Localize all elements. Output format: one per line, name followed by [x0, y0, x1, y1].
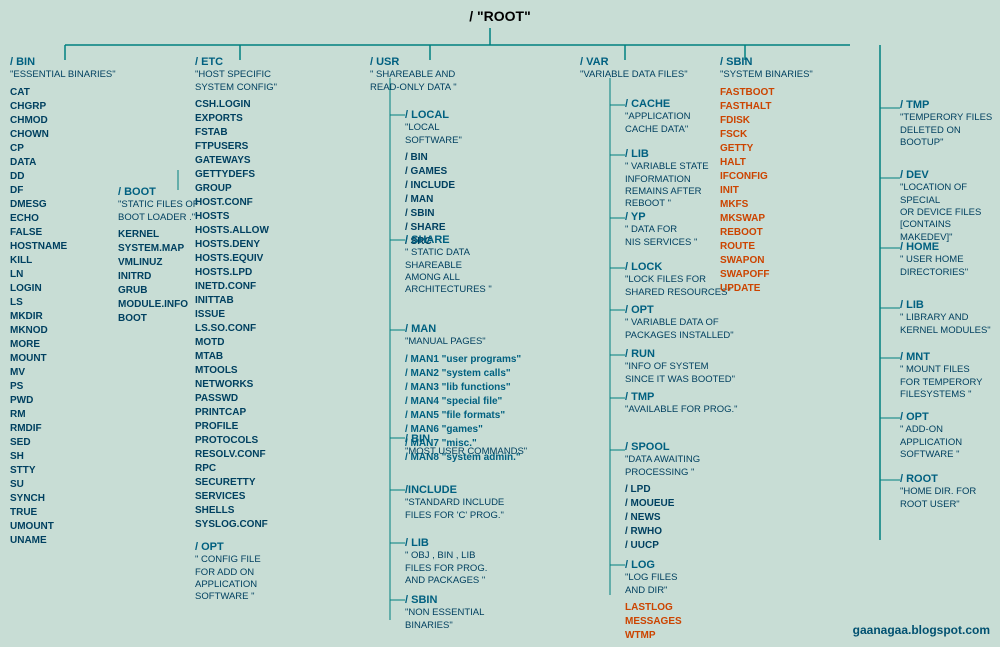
sbin-node: / SBIN "SYSTEM BINARIES" FASTBOOTFASTHAL…: [720, 55, 813, 296]
usr-local-label: / LOCAL: [405, 108, 462, 122]
usr-sbin-desc: "NON ESSENTIALBINARIES": [405, 607, 484, 632]
var-run-label: / RUN: [625, 347, 735, 361]
var-desc: "VARIABLE DATA FILES": [580, 69, 688, 81]
usr-share-desc: " STATIC DATASHAREABLEAMONG ALLARCHITECT…: [405, 247, 492, 296]
usr-lib-node: / LIB " OBJ , BIN , LIBFILES FOR PROG.AN…: [405, 536, 487, 591]
var-lib-label: / LIB: [625, 147, 709, 161]
var-run-desc: "INFO OF SYSTEMSINCE IT WAS BOOTED": [625, 361, 735, 386]
var-node: / VAR "VARIABLE DATA FILES": [580, 55, 688, 86]
usr-lib-label: / LIB: [405, 536, 487, 550]
root-home-label: / ROOT: [900, 472, 976, 486]
dev-label: / DEV: [900, 168, 1000, 182]
var-yp-desc: " DATA FORNIS SERVICES ": [625, 224, 697, 249]
var-opt-label: / OPT: [625, 303, 734, 317]
lib-label: / LIB: [900, 298, 991, 312]
opt-label: / OPT: [900, 410, 1000, 424]
var-yp-label: / YP: [625, 210, 697, 224]
root-home-desc: "HOME DIR. FORROOT USER": [900, 486, 976, 511]
usr-man-desc: "MANUAL PAGES": [405, 336, 521, 348]
var-opt-node: / OPT " VARIABLE DATA OFPACKAGES INSTALL…: [625, 303, 734, 346]
sbin-files: FASTBOOTFASTHALTFDISKFSCKGETTYHALTIFCONF…: [720, 86, 813, 296]
boot-files: KERNELSYSTEM.MAPVMLINUZINITRDGRUBMODULE.…: [118, 228, 199, 326]
opt-node: / OPT " ADD-ON APPLICATIONSOFTWARE ": [900, 410, 1000, 465]
etc-opt-node: / OPT " CONFIG FILEFOR ADD ONAPPLICATION…: [195, 540, 277, 604]
usr-man-label: / MAN: [405, 322, 521, 336]
var-lock-desc: "LOCK FILES FORSHARED RESOURCES": [625, 274, 731, 299]
bin-files: CATCHGRPCHMODCHOWNCPDATADDDFDMESGECHOFAL…: [10, 86, 116, 548]
var-spool-label: / SPOOL: [625, 440, 700, 454]
sbin-desc: "SYSTEM BINARIES": [720, 69, 813, 81]
dev-node: / DEV "LOCATION OF SPECIALOR DEVICE FILE…: [900, 168, 1000, 248]
var-run-node: / RUN "INFO OF SYSTEMSINCE IT WAS BOOTED…: [625, 347, 735, 390]
watermark: gaanagaa.blogspot.com: [853, 623, 990, 637]
root-title: / "ROOT": [0, 8, 1000, 24]
var-log-label: / LOG: [625, 558, 682, 572]
var-spool-desc: "DATA AWAITINGPROCESSING ": [625, 454, 700, 479]
usr-label: / USR: [370, 55, 457, 69]
etc-files: CSH.LOGINEXPORTSFSTABFTPUSERSGATEWAYSGET…: [195, 98, 277, 532]
tmp-desc: "TEMPERORY FILESDELETED ON BOOTUP": [900, 112, 1000, 149]
mnt-node: / MNT " MOUNT FILESFOR TEMPERORYFILESYST…: [900, 350, 983, 405]
var-tmp-desc: "AVAILABLE FOR PROG.": [625, 404, 738, 416]
var-tmp-label: / TMP: [625, 390, 738, 404]
usr-include-desc: "STANDARD INCLUDEFILES FOR 'C' PROG.": [405, 497, 504, 522]
var-log-desc: "LOG FILESAND DIR": [625, 572, 682, 597]
var-cache-node: / CACHE "APPLICATIONCACHE DATA": [625, 97, 691, 140]
var-label: / VAR: [580, 55, 688, 69]
usr-include-node: /INCLUDE "STANDARD INCLUDEFILES FOR 'C' …: [405, 483, 504, 526]
root-home-node: / ROOT "HOME DIR. FORROOT USER": [900, 472, 976, 515]
tmp-label: / TMP: [900, 98, 1000, 112]
etc-opt-label: / OPT: [195, 540, 277, 554]
var-yp-node: / YP " DATA FORNIS SERVICES ": [625, 210, 697, 253]
boot-node: / BOOT "STATIC FILES OFBOOT LOADER ." KE…: [118, 185, 199, 326]
bin-node: / BIN "ESSENTIAL BINARIES" CATCHGRPCHMOD…: [10, 55, 116, 548]
usr-node: / USR " SHAREABLE ANDREAD-ONLY DATA ": [370, 55, 457, 98]
usr-local-desc: "LOCALSOFTWARE": [405, 122, 462, 147]
etc-label: / ETC: [195, 55, 277, 69]
tmp-node: / TMP "TEMPERORY FILESDELETED ON BOOTUP": [900, 98, 1000, 153]
home-label: / HOME: [900, 240, 968, 254]
var-lib-node: / LIB " VARIABLE STATEINFORMATIONREMAINS…: [625, 147, 709, 215]
var-log-files: LASTLOGMESSAGESWTMP: [625, 601, 682, 643]
var-lock-label: / LOCK: [625, 260, 731, 274]
mnt-label: / MNT: [900, 350, 983, 364]
var-lock-node: / LOCK "LOCK FILES FORSHARED RESOURCES": [625, 260, 731, 303]
boot-desc: "STATIC FILES OFBOOT LOADER .": [118, 199, 199, 224]
usr-share-node: / SHARE " STATIC DATASHAREABLEAMONG ALLA…: [405, 233, 492, 301]
mnt-desc: " MOUNT FILESFOR TEMPERORYFILESYSTEMS ": [900, 364, 983, 401]
usr-share-label: / SHARE: [405, 233, 492, 247]
etc-opt-desc: " CONFIG FILEFOR ADD ONAPPLICATIONSOFTWA…: [195, 554, 277, 603]
usr-lib-desc: " OBJ , BIN , LIBFILES FOR PROG.AND PACK…: [405, 550, 487, 587]
etc-node: / ETC "HOST SPECIFICSYSTEM CONFIG" CSH.L…: [195, 55, 277, 608]
usr-include-label: /INCLUDE: [405, 483, 504, 497]
bin-desc: "ESSENTIAL BINARIES": [10, 69, 116, 81]
page: / "ROOT" / BIN "ESSENTIAL BINARIES" CATC…: [0, 0, 1000, 647]
usr-sbin-label: / SBIN: [405, 593, 484, 607]
usr-bin-node: / BIN "MOST USER COMMANDS": [405, 432, 527, 463]
var-cache-desc: "APPLICATIONCACHE DATA": [625, 111, 691, 136]
bin-label: / BIN: [10, 55, 116, 69]
usr-sbin-node: / SBIN "NON ESSENTIALBINARIES": [405, 593, 484, 636]
var-log-node: / LOG "LOG FILESAND DIR" LASTLOGMESSAGES…: [625, 558, 682, 643]
usr-desc: " SHAREABLE ANDREAD-ONLY DATA ": [370, 69, 457, 94]
var-lib-desc: " VARIABLE STATEINFORMATIONREMAINS AFTER…: [625, 161, 709, 210]
var-spool-node: / SPOOL "DATA AWAITINGPROCESSING " / LPD…: [625, 440, 700, 553]
var-spool-files: / LPD/ MOUEUE/ NEWS/ RWHO/ UUCP: [625, 483, 700, 553]
lib-node: / LIB " LIBRARY ANDKERNEL MODULES": [900, 298, 991, 341]
opt-desc: " ADD-ON APPLICATIONSOFTWARE ": [900, 424, 1000, 461]
usr-local-node: / LOCAL "LOCALSOFTWARE" / BIN/ GAMES/ IN…: [405, 108, 462, 249]
var-tmp-node: / TMP "AVAILABLE FOR PROG.": [625, 390, 738, 421]
lib-desc: " LIBRARY ANDKERNEL MODULES": [900, 312, 991, 337]
dev-desc: "LOCATION OF SPECIALOR DEVICE FILES[CONT…: [900, 182, 1000, 244]
var-cache-label: / CACHE: [625, 97, 691, 111]
home-node: / HOME " USER HOMEDIRECTORIES": [900, 240, 968, 283]
var-opt-desc: " VARIABLE DATA OFPACKAGES INSTALLED": [625, 317, 734, 342]
home-desc: " USER HOMEDIRECTORIES": [900, 254, 968, 279]
boot-label: / BOOT: [118, 185, 199, 199]
usr-bin-label: / BIN: [405, 432, 527, 446]
sbin-label: / SBIN: [720, 55, 813, 69]
etc-desc: "HOST SPECIFICSYSTEM CONFIG": [195, 69, 277, 94]
usr-bin-desc: "MOST USER COMMANDS": [405, 446, 527, 458]
